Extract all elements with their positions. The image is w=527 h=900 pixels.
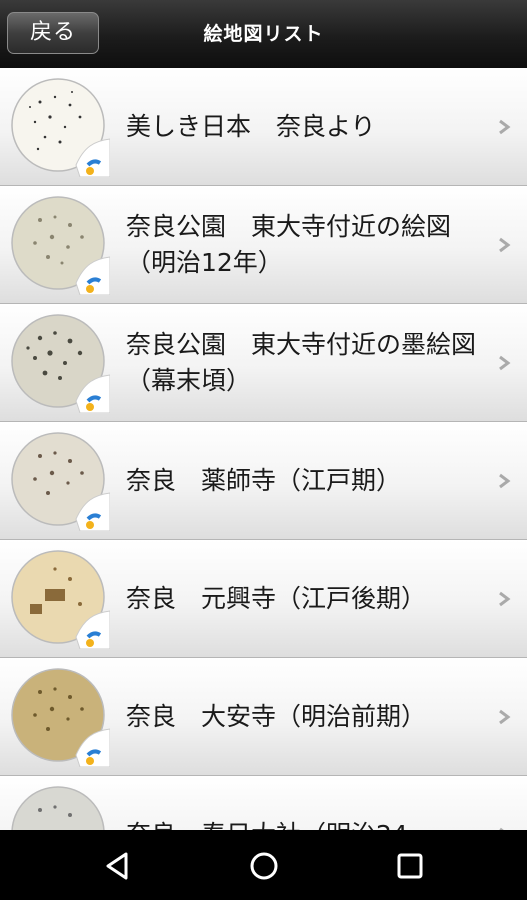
list-item[interactable]: 奈良 春日大社（明治24 xyxy=(0,776,527,830)
chevron-right-icon xyxy=(499,591,511,607)
map-thumbnail-icon xyxy=(11,786,105,830)
chevron-right-icon xyxy=(499,119,511,135)
map-thumbnail-icon xyxy=(11,196,110,295)
list-item[interactable]: 奈良公園 東大寺付近の墨絵図（幕末頃） xyxy=(0,304,527,422)
system-navbar xyxy=(0,830,527,900)
list-item[interactable]: 奈良 大安寺（明治前期） xyxy=(0,658,527,776)
map-thumbnail-icon xyxy=(11,432,110,531)
list-item[interactable]: 奈良公園 東大寺付近の絵図（明治12年） xyxy=(0,186,527,304)
map-thumbnail-icon xyxy=(11,550,110,649)
list-item[interactable]: 奈良 薬師寺（江戸期） xyxy=(0,422,527,540)
page-title: 絵地図リスト xyxy=(203,23,324,45)
map-list: 美しき日本 奈良より 奈良公園 東大寺付近の絵図（明治12年） 奈良公園 東大寺… xyxy=(0,68,527,830)
map-thumbnail-icon xyxy=(11,78,110,177)
home-circle-icon[interactable] xyxy=(242,844,286,888)
chevron-right-icon xyxy=(499,355,511,371)
back-triangle-icon[interactable] xyxy=(96,844,140,888)
chevron-right-icon xyxy=(499,709,511,725)
list-item-label: 奈良 春日大社（明治24 xyxy=(126,776,488,830)
list-item[interactable]: 奈良 元興寺（江戸後期） xyxy=(0,540,527,658)
list-item-label: 美しき日本 奈良より xyxy=(126,112,376,141)
list-item-label: 奈良 薬師寺（江戸期） xyxy=(126,466,402,495)
list-item-label: 奈良公園 東大寺付近の墨絵図（幕末頃） xyxy=(126,330,477,395)
map-thumbnail-icon xyxy=(11,668,110,767)
chevron-right-icon xyxy=(499,237,511,253)
list-item-label: 奈良 大安寺（明治前期） xyxy=(126,702,427,731)
list-item[interactable]: 美しき日本 奈良より xyxy=(0,68,527,186)
list-item-label: 奈良公園 東大寺付近の絵図（明治12年） xyxy=(126,212,452,277)
app-header: 戻る 絵地図リスト xyxy=(0,0,527,68)
recents-square-icon[interactable] xyxy=(388,844,432,888)
list-item-label: 奈良 元興寺（江戸後期） xyxy=(126,584,427,613)
chevron-right-icon xyxy=(499,473,511,489)
map-thumbnail-icon xyxy=(11,314,110,413)
